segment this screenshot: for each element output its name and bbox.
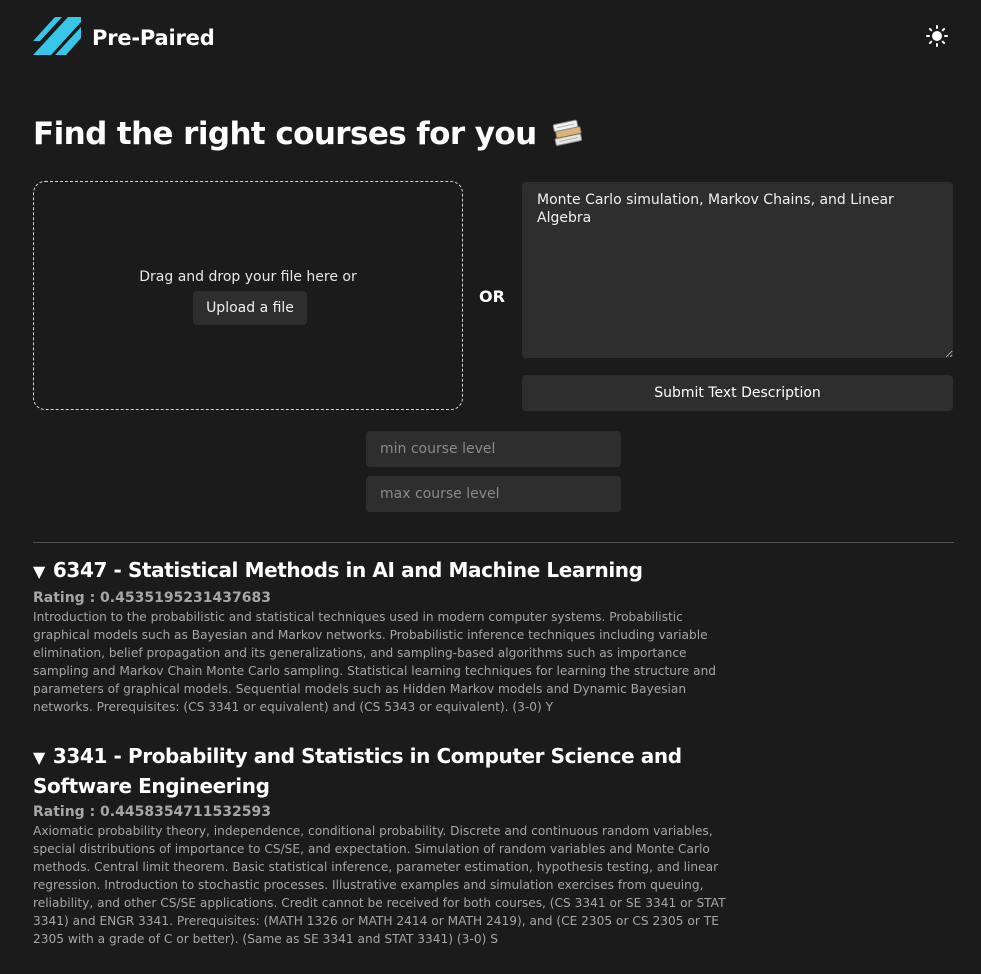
results-divider xyxy=(33,542,954,543)
max-course-level-input[interactable] xyxy=(366,476,621,512)
course-description: Introduction to the probabilistic and st… xyxy=(33,610,717,714)
file-dropzone[interactable]: Drag and drop your file here or Upload a… xyxy=(33,181,463,410)
expand-triangle-icon: ▼ xyxy=(33,748,45,767)
expand-triangle-icon: ▼ xyxy=(33,562,45,581)
page-title: Find the right courses for you xyxy=(33,116,585,152)
page-title-text: Find the right courses for you xyxy=(33,116,537,152)
course-results-list: ▼ 6347 - Statistical Methods in AI and Ma… xyxy=(33,556,733,974)
course-rating: Rating : 0.4535195231437683 xyxy=(33,590,271,606)
course-title-toggle[interactable]: ▼ 3341 - Probability and Statistics in Co… xyxy=(33,742,733,800)
books-icon xyxy=(552,119,582,146)
prepaired-logo-icon[interactable] xyxy=(33,17,81,55)
dropzone-text: Drag and drop your file here or xyxy=(139,269,357,285)
brand-name[interactable]: Pre-Paired xyxy=(92,26,215,50)
course-rating: Rating : 0.4458354711532593 xyxy=(33,804,271,820)
course-title: 6347 - Statistical Methods in AI and Mac… xyxy=(52,558,643,582)
course-title-toggle[interactable]: ▼ 6347 - Statistical Methods in AI and Ma… xyxy=(33,556,733,586)
course-result: ▼ 3341 - Probability and Statistics in Co… xyxy=(33,742,733,948)
min-course-level-input[interactable] xyxy=(366,431,621,467)
course-description: Axiomatic probability theory, independen… xyxy=(33,824,726,946)
course-title: 3341 - Probability and Statistics in Com… xyxy=(33,744,682,798)
submit-text-description-button[interactable]: Submit Text Description xyxy=(522,375,953,411)
sun-icon[interactable] xyxy=(925,24,949,48)
app-header: Pre-Paired xyxy=(0,0,981,80)
text-description-field[interactable] xyxy=(522,182,953,358)
upload-file-button[interactable]: Upload a file xyxy=(193,291,307,325)
or-label: OR xyxy=(479,287,505,306)
course-result: ▼ 6347 - Statistical Methods in AI and Ma… xyxy=(33,556,733,716)
